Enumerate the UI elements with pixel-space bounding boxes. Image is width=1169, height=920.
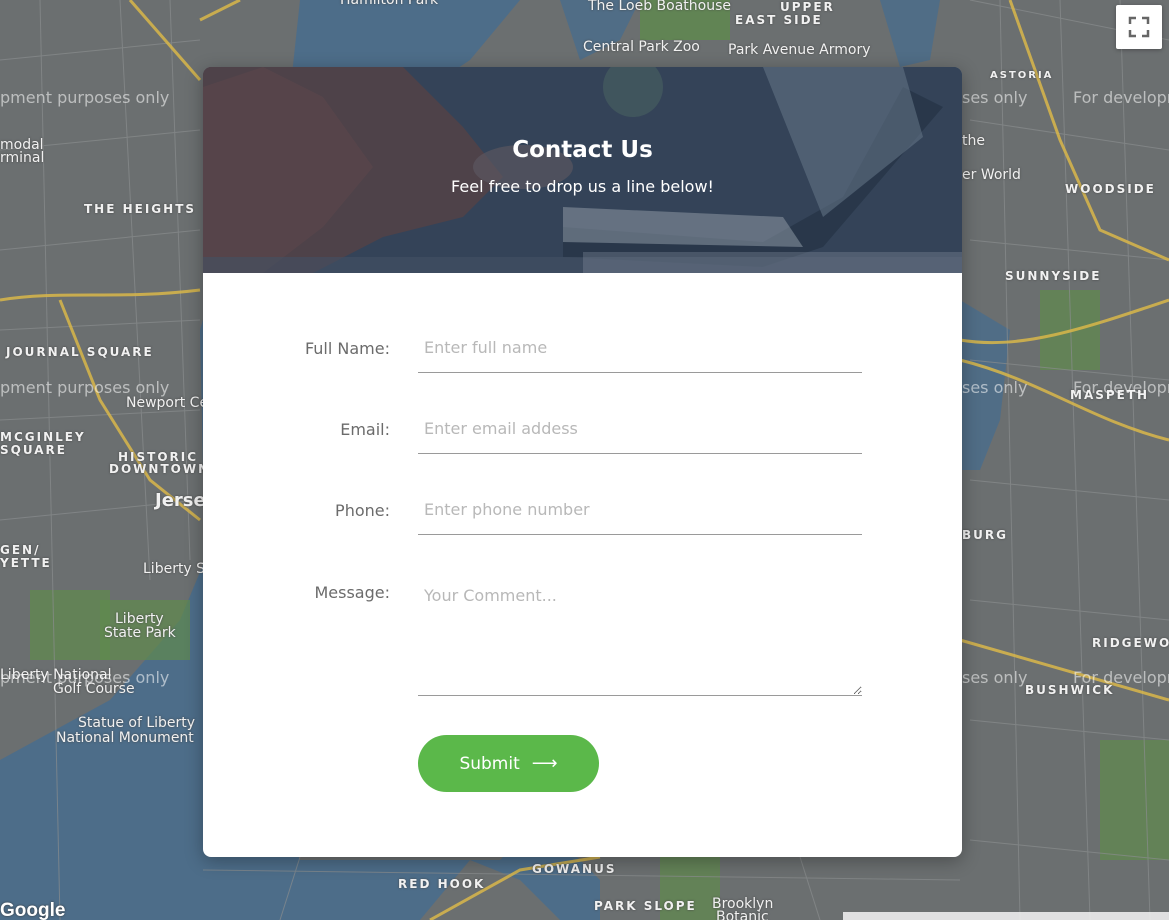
fullscreen-button[interactable] (1116, 5, 1162, 49)
map-label: THE HEIGHTS (84, 202, 197, 216)
map-label: The Loeb Boathouse (588, 0, 732, 14)
full-name-input[interactable] (418, 323, 862, 373)
map-label: RIDGEWO (1092, 636, 1169, 650)
map-watermark: pment purposes only (0, 88, 170, 107)
map-label: MCGINLEY (0, 430, 86, 444)
map-label: DOWNTOWN (109, 462, 211, 476)
map-label: National Monument (56, 730, 194, 746)
phone-input[interactable] (418, 485, 862, 535)
fullscreen-icon (1128, 16, 1150, 38)
map-label: GEN/ (0, 543, 41, 557)
map-watermark: ses only (962, 378, 1028, 397)
map-label: Hamilton Park (340, 0, 439, 8)
arrow-right-icon: ⟶ (531, 752, 558, 774)
map-watermark: For developm (1073, 378, 1169, 397)
map-label: ASTORIA (990, 70, 1054, 81)
submit-button-label: Submit (459, 753, 520, 774)
map-label: Central Park Zoo (583, 39, 700, 55)
map-watermark: ses only (962, 668, 1028, 687)
map-label: Newport Ce (126, 395, 209, 411)
full-name-label: Full Name: (304, 339, 390, 358)
map-label: JOURNAL SQUARE (6, 345, 154, 359)
contact-card: Contact Us Feel free to drop us a line b… (203, 67, 962, 857)
map-attribution (843, 912, 1169, 920)
map-label: WOODSIDE (1065, 182, 1156, 196)
submit-button[interactable]: Submit ⟶ (418, 735, 599, 792)
map-label: rminal (0, 150, 45, 166)
map-label: Statue of Liberty (78, 715, 196, 731)
hero-subtitle: Feel free to drop us a line below! (451, 177, 714, 196)
map-label: SQUARE (0, 443, 67, 457)
email-label: Email: (340, 420, 390, 439)
phone-label: Phone: (335, 501, 390, 520)
map-label: Jerse (155, 490, 206, 511)
map-watermark: For developm (1073, 668, 1169, 687)
map-label: EAST SIDE (735, 13, 823, 27)
map-label: the (962, 133, 985, 149)
map-label: er World (962, 167, 1021, 183)
map-watermark: pment purposes only (0, 668, 170, 687)
map-watermark: For developm (1073, 88, 1169, 107)
map-label: Park Avenue Armory (728, 42, 871, 58)
map-watermark: ses only (962, 88, 1028, 107)
map-label: UPPER (780, 0, 835, 14)
message-textarea[interactable] (418, 574, 862, 696)
hero-title: Contact Us (512, 137, 653, 163)
map-label: Botanic (716, 909, 769, 920)
map-watermark: pment purposes only (0, 378, 170, 397)
hero-banner: Contact Us Feel free to drop us a line b… (203, 67, 962, 273)
message-label: Message: (314, 583, 390, 602)
google-logo: Google (0, 900, 66, 920)
map-label: PARK SLOPE (594, 899, 697, 913)
map-label: GOWANUS (532, 862, 617, 876)
hero-image (203, 67, 962, 273)
map-label: RED HOOK (398, 877, 486, 891)
map-label: State Park (104, 625, 176, 641)
map-label: SUNNYSIDE (1005, 269, 1102, 283)
map-label: YETTE (0, 556, 52, 570)
map-label: BURG (962, 528, 1008, 542)
email-input[interactable] (418, 404, 862, 454)
